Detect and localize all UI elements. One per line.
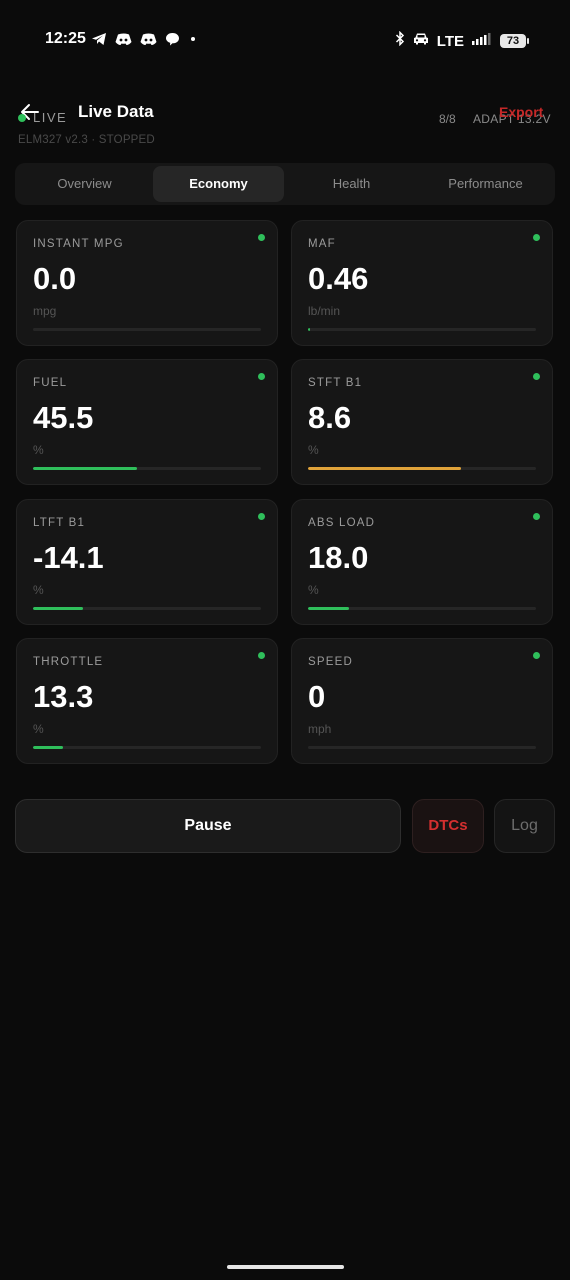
- card-unit: %: [33, 583, 44, 597]
- status-dot: [533, 234, 540, 241]
- status-dot: [258, 652, 265, 659]
- card-value: -14.1: [33, 540, 104, 575]
- card-abs-load[interactable]: ABS LOAD 18.0 %: [291, 499, 553, 625]
- card-unit: %: [308, 443, 319, 457]
- tab-performance[interactable]: Performance: [419, 166, 552, 202]
- progress-bar: [308, 746, 536, 749]
- card-label: MAF: [308, 238, 336, 250]
- bluetooth-icon: [395, 30, 405, 51]
- status-dot: [533, 373, 540, 380]
- discord-icon: [115, 33, 132, 46]
- progress-bar: [308, 607, 536, 610]
- card-label: SPEED: [308, 656, 353, 668]
- card-label: LTFT B1: [33, 517, 86, 529]
- card-value: 8.6: [308, 400, 352, 435]
- tab-overview[interactable]: Overview: [18, 166, 151, 202]
- card-value: 0: [308, 679, 326, 714]
- battery-indicator: 73: [500, 34, 529, 48]
- progress-bar: [308, 328, 536, 331]
- car-icon: [413, 32, 429, 50]
- card-unit: mpg: [33, 304, 57, 318]
- card-unit: lb/min: [308, 304, 341, 318]
- card-unit: %: [33, 443, 44, 457]
- card-fuel[interactable]: FUEL 45.5 %: [16, 359, 278, 485]
- status-dot: [258, 234, 265, 241]
- dot-icon: [188, 34, 198, 44]
- progress-bar: [308, 467, 536, 470]
- tab-economy[interactable]: Economy: [153, 166, 284, 202]
- tab-health[interactable]: Health: [286, 166, 417, 202]
- card-label: THROTTLE: [33, 656, 104, 668]
- status-dot: [258, 513, 265, 520]
- progress-bar: [33, 607, 261, 610]
- pause-button[interactable]: Pause: [15, 799, 401, 853]
- progress-bar: [33, 467, 261, 470]
- card-unit: mph: [308, 722, 332, 736]
- notification-icons: [91, 32, 198, 46]
- pid-count: 8/8: [439, 112, 456, 126]
- card-maf[interactable]: MAF 0.46 lb/min: [291, 220, 553, 346]
- card-label: FUEL: [33, 377, 68, 389]
- chat-bubble-icon: [165, 32, 180, 46]
- log-button[interactable]: Log: [494, 799, 555, 853]
- card-label: INSTANT MPG: [33, 238, 124, 250]
- discord-icon: [140, 33, 157, 46]
- status-dot: [533, 513, 540, 520]
- card-value: 18.0: [308, 540, 369, 575]
- telegram-icon: [91, 32, 107, 46]
- card-unit: %: [33, 722, 44, 736]
- home-indicator[interactable]: [227, 1265, 344, 1269]
- card-instant-mpg[interactable]: INSTANT MPG 0.0 mpg: [16, 220, 278, 346]
- progress-fill: [33, 467, 137, 470]
- system-status: LTE 73: [395, 30, 529, 51]
- live-label: LIVE: [33, 110, 68, 125]
- card-speed[interactable]: SPEED 0 mph: [291, 638, 553, 764]
- live-indicator-dot: [18, 114, 26, 122]
- card-value: 45.5: [33, 400, 94, 435]
- page-title: Live Data: [78, 102, 154, 121]
- card-value: 0.46: [308, 261, 369, 296]
- card-unit: %: [308, 583, 319, 597]
- status-time: 12:25: [45, 30, 86, 47]
- export-button[interactable]: Export: [499, 104, 543, 120]
- card-value: 13.3: [33, 679, 94, 714]
- card-stft-b1[interactable]: STFT B1 8.6 %: [291, 359, 553, 485]
- card-value: 0.0: [33, 261, 77, 296]
- adapter-status: ELM327 v2.3 · STOPPED: [18, 134, 155, 146]
- status-dot: [258, 373, 265, 380]
- progress-fill: [308, 328, 311, 331]
- card-throttle[interactable]: THROTTLE 13.3 %: [16, 638, 278, 764]
- network-type: LTE: [436, 32, 464, 50]
- progress-fill: [33, 607, 84, 610]
- card-label: STFT B1: [308, 377, 363, 389]
- progress-fill: [308, 607, 350, 610]
- live-data-screen: 12:25 LTE 73 LIVE Live Data ELM327 v2.3 …: [0, 0, 570, 1280]
- signal-icon: [472, 32, 492, 51]
- category-tabs: Overview Economy Health Performance: [15, 163, 555, 205]
- progress-fill: [33, 746, 64, 749]
- card-ltft-b1[interactable]: LTFT B1 -14.1 %: [16, 499, 278, 625]
- status-bar: 12:25 LTE 73: [0, 28, 570, 54]
- progress-bar: [33, 746, 261, 749]
- progress-bar: [33, 328, 261, 331]
- card-label: ABS LOAD: [308, 517, 376, 529]
- status-dot: [533, 652, 540, 659]
- progress-fill: [308, 467, 461, 470]
- dtcs-button[interactable]: DTCs: [412, 799, 484, 853]
